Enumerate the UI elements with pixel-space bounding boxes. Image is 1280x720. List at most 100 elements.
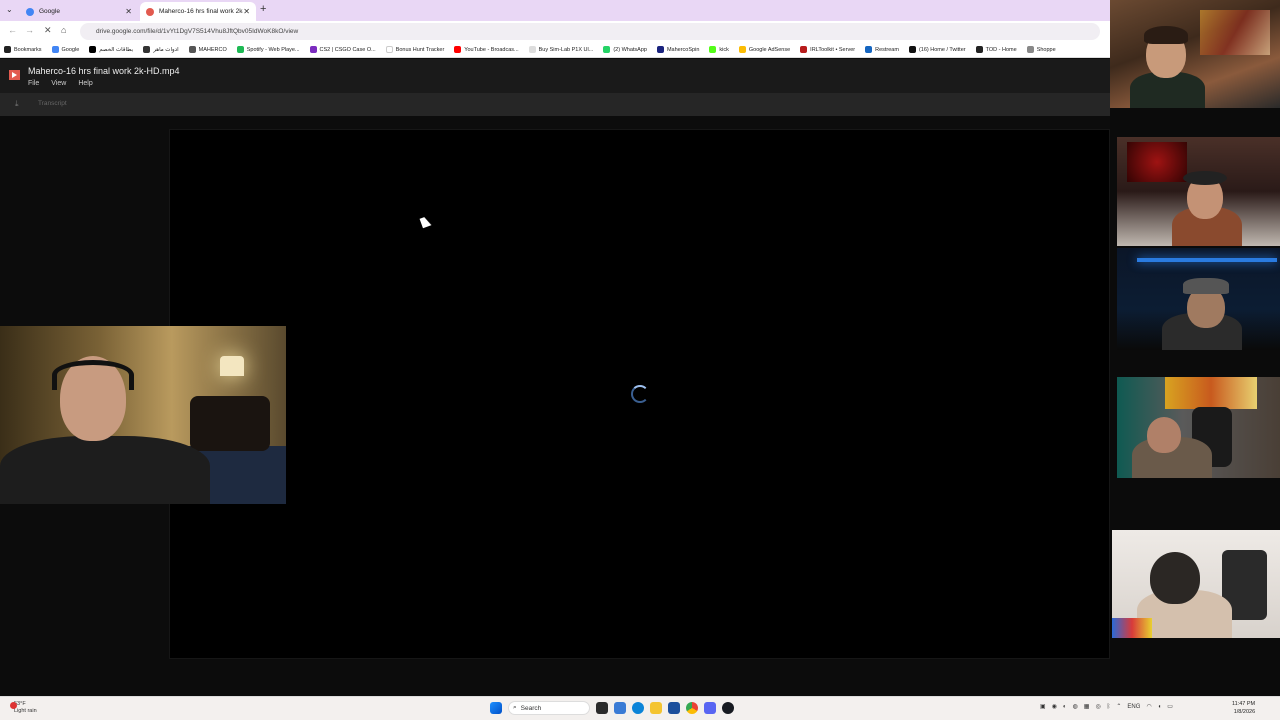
bookmarks-bar: Bookmarks Google بطاقات الخصم ادوات ماهر MAH… xyxy=(0,42,1110,58)
bookmark-label: (16) Home / Twitter xyxy=(918,46,966,53)
tray-app-icon[interactable]: ◉ xyxy=(1052,703,1057,710)
stop-icon[interactable]: ✕ xyxy=(44,25,52,36)
bookmark-label: Restream xyxy=(875,46,899,53)
discord-icon[interactable] xyxy=(704,702,716,714)
bookmark-item[interactable]: IRLToolkit • Server xyxy=(800,46,855,53)
file-menu: File View Help xyxy=(28,80,93,87)
weather-icon xyxy=(10,702,17,709)
steam-icon[interactable] xyxy=(722,702,734,714)
bookmark-favicon-icon xyxy=(51,46,59,53)
bookmark-label: CS2 | CSGO Case O... xyxy=(319,46,376,53)
tab-drive-video[interactable]: Maherco-16 hrs final work 2k-HD.mp4 ✕ xyxy=(140,2,256,21)
bookmark-label: Spotify - Web Playe... xyxy=(246,46,300,53)
browser-toolbar: ← → ✕ ⌂ drive.google.com/file/d/1vYt1DgV… xyxy=(0,21,1110,42)
bookmark-favicon-icon xyxy=(143,46,151,53)
drive-favicon-icon xyxy=(146,7,154,16)
bookmark-item[interactable]: (16) Home / Twitter xyxy=(908,46,966,53)
tab-search-icon[interactable]: ⌄ xyxy=(6,5,13,14)
bookmark-item[interactable]: Bonus Hunt Tracker xyxy=(385,46,444,53)
battery-icon[interactable]: ▭ xyxy=(1167,703,1173,710)
bookmark-item[interactable]: بطاقات الخصم xyxy=(89,46,133,53)
store-icon[interactable] xyxy=(668,702,680,714)
webcam-left xyxy=(0,326,286,504)
bookmark-favicon-icon xyxy=(975,46,983,53)
back-icon[interactable]: ← xyxy=(8,25,17,35)
google-favicon-icon xyxy=(26,7,34,16)
bookmark-item[interactable]: (2) WhatsApp xyxy=(603,46,647,53)
chrome-icon[interactable] xyxy=(686,702,698,714)
tab-google[interactable]: Google ✕ xyxy=(20,2,138,21)
bookmark-item[interactable]: CS2 | CSGO Case O... xyxy=(309,46,376,53)
tray-app-icon[interactable]: ▣ xyxy=(1040,703,1046,710)
tray-app-icon[interactable]: ◎ xyxy=(1095,703,1100,710)
bookmark-item[interactable]: Bookmarks xyxy=(4,46,42,53)
task-view-icon[interactable] xyxy=(596,702,608,714)
start-icon[interactable] xyxy=(490,702,502,714)
taskbar-search[interactable]: ⌕ Search xyxy=(508,701,590,715)
bookmark-label: ادوات ماهر xyxy=(153,46,179,53)
bookmark-favicon-icon xyxy=(603,46,611,53)
bookmark-item[interactable]: Spotify - Web Playe... xyxy=(236,46,300,53)
bookmark-item[interactable]: MAHERCO xyxy=(188,46,227,53)
bookmark-item[interactable]: Shoppe xyxy=(1026,46,1056,53)
bookmark-label: Google xyxy=(61,46,80,53)
bookmark-label: kick xyxy=(719,46,729,53)
bookmark-favicon-icon xyxy=(236,46,244,53)
bookmark-item[interactable]: ادوات ماهر xyxy=(143,46,179,53)
bookmark-label: MahercoSpin xyxy=(666,46,700,53)
menu-view[interactable]: View xyxy=(51,80,66,87)
clock-date: 1/8/2026 xyxy=(1233,709,1256,715)
home-icon[interactable]: ⌂ xyxy=(61,25,66,35)
taskbar-apps: ⌕ Search xyxy=(490,701,734,715)
edge-icon[interactable] xyxy=(632,702,644,714)
bookmark-label: MAHERCO xyxy=(198,46,227,53)
bookmark-item[interactable]: TOD - Home xyxy=(975,46,1017,53)
widgets-icon[interactable] xyxy=(614,702,626,714)
loading-spinner-icon xyxy=(631,385,649,403)
bookmark-favicon-icon xyxy=(385,46,393,53)
bookmark-item[interactable]: YouTube - Broadcas... xyxy=(454,46,519,53)
bluetooth-icon[interactable]: ᛒ xyxy=(1107,704,1111,710)
bookmark-label: Google AdSense xyxy=(748,46,791,53)
menu-file[interactable]: File xyxy=(28,80,39,87)
taskbar-clock[interactable]: 11:47 PM 1/8/2026 xyxy=(1232,700,1255,716)
forward-icon[interactable]: → xyxy=(25,25,34,35)
address-bar[interactable]: drive.google.com/file/d/1vYt1DgV7S514Vhu… xyxy=(80,23,1100,40)
webcam-right-1 xyxy=(1117,137,1280,246)
bookmark-favicon-icon xyxy=(454,46,462,53)
bookmark-favicon-icon xyxy=(188,46,196,53)
transcript-button[interactable]: Transcript xyxy=(38,100,67,107)
new-tab-icon[interactable]: + xyxy=(260,3,266,15)
bookmark-label: YouTube - Broadcas... xyxy=(464,46,519,53)
weather-widget[interactable]: 53°F Light rain xyxy=(10,701,37,715)
bookmark-item[interactable]: MahercoSpin xyxy=(656,46,700,53)
menu-help[interactable]: Help xyxy=(78,80,92,87)
tab-title: Google xyxy=(39,8,60,15)
bookmark-item[interactable]: Restream xyxy=(865,46,899,53)
wifi-icon[interactable]: ◠ xyxy=(1146,703,1151,710)
bookmark-item[interactable]: Google AdSense xyxy=(738,46,791,53)
tray-app-icon[interactable]: ◐ xyxy=(1063,704,1067,710)
volume-icon[interactable]: ◖ xyxy=(1158,704,1162,710)
video-file-icon xyxy=(9,70,20,80)
language-indicator[interactable]: ENG xyxy=(1127,704,1140,710)
file-explorer-icon[interactable] xyxy=(650,702,662,714)
weather-temp: 53°F xyxy=(14,701,26,707)
bookmark-label: TOD - Home xyxy=(985,46,1017,53)
windows-taskbar: 53°F Light rain ⌕ Search ▣ ◉ ◐ ◍ ▦ ◎ ᛒ ⌃… xyxy=(0,696,1280,720)
bookmark-item[interactable]: Buy Sim-Lab P1X Ul... xyxy=(528,46,593,53)
bookmark-item[interactable]: Google xyxy=(51,46,80,53)
chevron-up-icon[interactable]: ⌃ xyxy=(1116,703,1121,710)
browser-tab-bar: ⌄ Google ✕ Maherco-16 hrs final work 2k-… xyxy=(0,0,1110,21)
close-tab-icon[interactable]: ✕ xyxy=(243,7,250,16)
tray-app-icon[interactable]: ◍ xyxy=(1073,703,1078,710)
bookmark-item[interactable]: kick xyxy=(709,46,729,53)
bookmark-label: Bookmarks xyxy=(14,46,42,53)
clock-time: 11:47 PM xyxy=(1232,701,1256,707)
close-tab-icon[interactable]: ✕ xyxy=(125,7,132,16)
download-icon[interactable]: ⤓ xyxy=(15,99,19,109)
bookmark-favicon-icon xyxy=(800,46,808,53)
search-icon: ⌕ xyxy=(513,704,517,711)
webcam-top-right xyxy=(1110,0,1280,108)
tray-app-icon[interactable]: ▦ xyxy=(1084,703,1090,710)
